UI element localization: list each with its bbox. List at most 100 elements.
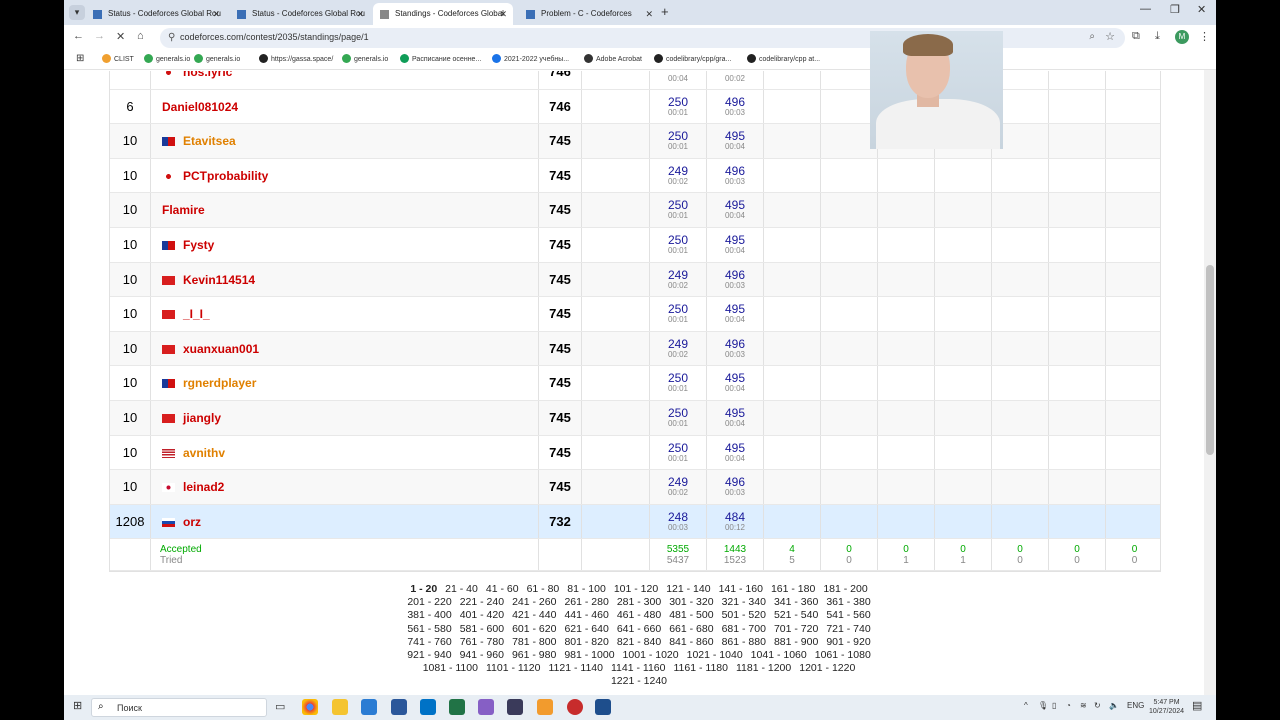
extensions-icon[interactable]: ⧉ (1132, 30, 1140, 43)
problem-cell[interactable] (935, 366, 992, 400)
problem-cell[interactable]: 249 00:02 (650, 331, 707, 366)
problem-cell[interactable] (878, 227, 935, 262)
participant-cell[interactable]: Flamire (151, 193, 539, 227)
problem-cell[interactable] (1106, 401, 1163, 435)
problem-cell[interactable]: 249 00:02 (650, 158, 707, 193)
page-link[interactable]: 681 - 700 (722, 623, 766, 636)
page-link[interactable]: 261 - 280 (564, 596, 608, 609)
participant-name[interactable]: jiangly (183, 411, 221, 425)
page-link[interactable]: 1141 - 1160 (611, 662, 666, 675)
participant-name[interactable]: Flamire (162, 203, 205, 217)
scroll-thumb[interactable] (1206, 265, 1214, 455)
problem-cell[interactable] (1049, 470, 1106, 504)
participant-cell[interactable]: jiangly (151, 400, 539, 435)
problem-stats-cell[interactable]: 00 (992, 539, 1049, 571)
problem-cell[interactable] (764, 331, 821, 366)
page-link[interactable]: 341 - 360 (774, 596, 818, 609)
bookmark-item[interactable]: Adobe Acrobat (584, 54, 642, 63)
problem-cell[interactable] (764, 158, 821, 193)
problem-cell[interactable] (1049, 227, 1106, 262)
participant-cell[interactable]: nos.lyric (151, 71, 539, 89)
page-link[interactable]: 981 - 1000 (564, 649, 614, 662)
participant-cell[interactable]: _I_I_ (151, 297, 539, 331)
problem-cell[interactable]: 495 00:04 (707, 435, 764, 470)
problem-cell[interactable] (935, 158, 992, 193)
problem-cell[interactable]: 495 00:04 (707, 297, 764, 331)
page-link[interactable]: 361 - 380 (826, 596, 870, 609)
microphone-icon[interactable]: 🎙 (1038, 701, 1048, 710)
participant-name[interactable]: _I_I_ (183, 307, 210, 321)
notifications-icon[interactable]: ▤ (1192, 699, 1202, 712)
problem-cell[interactable] (1106, 263, 1163, 297)
page-link[interactable]: 141 - 160 (719, 583, 763, 596)
participant-name[interactable]: nos.lyric (183, 71, 232, 79)
language-indicator[interactable]: ENG (1127, 701, 1144, 710)
problem-cell[interactable]: 250 00:01 (650, 193, 707, 227)
problem-cell[interactable] (821, 435, 878, 470)
problem-cell[interactable] (764, 71, 821, 89)
task-view-icon[interactable]: ▭ (275, 700, 285, 713)
page-link[interactable]: 41 - 60 (486, 583, 519, 596)
participant-cell[interactable]: Etavitsea (151, 124, 539, 158)
problem-stats-cell[interactable]: 45 (764, 539, 821, 571)
problem-cell[interactable] (935, 504, 992, 539)
back-icon[interactable]: ← (73, 30, 84, 42)
participant-name[interactable]: avnithv (183, 446, 225, 460)
participant-name[interactable]: Etavitsea (183, 134, 236, 148)
page-link[interactable]: 161 - 180 (771, 583, 815, 596)
zoom-icon[interactable]: ⌕ (1089, 31, 1095, 42)
problem-cell[interactable] (992, 470, 1049, 504)
page-link[interactable]: 461 - 480 (617, 609, 661, 622)
page-link[interactable]: 561 - 580 (407, 623, 451, 636)
forward-icon[interactable]: → (94, 30, 105, 42)
page-link[interactable]: 1021 - 1040 (687, 649, 743, 662)
problem-cell[interactable] (1106, 193, 1163, 227)
bookmark-item[interactable]: codelibrary/cpp/gra... (654, 54, 731, 63)
problem-cell[interactable] (1106, 366, 1163, 400)
problem-cell[interactable] (1049, 400, 1106, 435)
problem-cell[interactable] (764, 297, 821, 331)
problem-cell[interactable]: 495 00:04 (707, 366, 764, 400)
problem-cell[interactable] (992, 400, 1049, 435)
visual-studio-icon[interactable] (478, 699, 494, 715)
close-window-icon[interactable]: ✕ (1197, 3, 1206, 16)
stop-loading-icon[interactable]: ✕ (116, 30, 125, 43)
problem-cell[interactable] (821, 470, 878, 504)
page-link[interactable]: 1181 - 1200 (736, 662, 791, 675)
search-tool-icon[interactable] (537, 699, 553, 715)
problem-cell[interactable] (1106, 470, 1163, 504)
participant-cell[interactable]: orz (151, 504, 539, 539)
problem-cell[interactable] (821, 331, 878, 366)
page-link[interactable]: 901 - 920 (826, 636, 870, 649)
problem-cell[interactable] (764, 262, 821, 297)
problem-cell[interactable] (1049, 504, 1106, 539)
page-link[interactable]: 941 - 960 (460, 649, 504, 662)
problem-cell[interactable] (878, 158, 935, 193)
problem-cell[interactable]: 496 00:03 (707, 158, 764, 193)
chrome-app-icon[interactable] (302, 699, 318, 715)
participant-name[interactable]: rgnerdplayer (183, 376, 256, 390)
page-link[interactable]: 281 - 300 (617, 596, 661, 609)
bookmark-star-icon[interactable]: ☆ (1105, 30, 1115, 43)
problem-stats-cell[interactable]: 5355 5437 (650, 539, 707, 571)
problem-cell[interactable]: 495 00:04 (707, 227, 764, 262)
tab-3[interactable]: Standings - Codeforces Global ✕ (373, 3, 513, 25)
tab-search-button[interactable]: ▾ (69, 5, 85, 20)
page-link[interactable]: 1081 - 1100 (423, 662, 478, 675)
tab-1[interactable]: Status - Codeforces Global Rou ✕ (86, 3, 226, 25)
problem-cell[interactable]: 250 00:01 (650, 435, 707, 470)
problem-cell[interactable] (821, 227, 878, 262)
vscode-icon[interactable] (361, 699, 377, 715)
page-link[interactable]: 961 - 980 (512, 649, 556, 662)
new-tab-button[interactable]: + (661, 4, 669, 19)
page-link[interactable]: 661 - 680 (669, 623, 713, 636)
problem-cell[interactable] (1106, 124, 1163, 158)
terminal-icon[interactable] (507, 699, 523, 715)
page-link[interactable]: 301 - 320 (669, 596, 713, 609)
home-icon[interactable]: ⌂ (137, 30, 144, 42)
page-link[interactable]: 841 - 860 (669, 636, 713, 649)
close-tab-icon[interactable]: ✕ (356, 3, 364, 25)
bookmark-item[interactable]: https://gassa.space/ (259, 54, 333, 63)
battery-icon[interactable]: ▯ (1052, 701, 1056, 710)
problem-cell[interactable] (878, 400, 935, 435)
